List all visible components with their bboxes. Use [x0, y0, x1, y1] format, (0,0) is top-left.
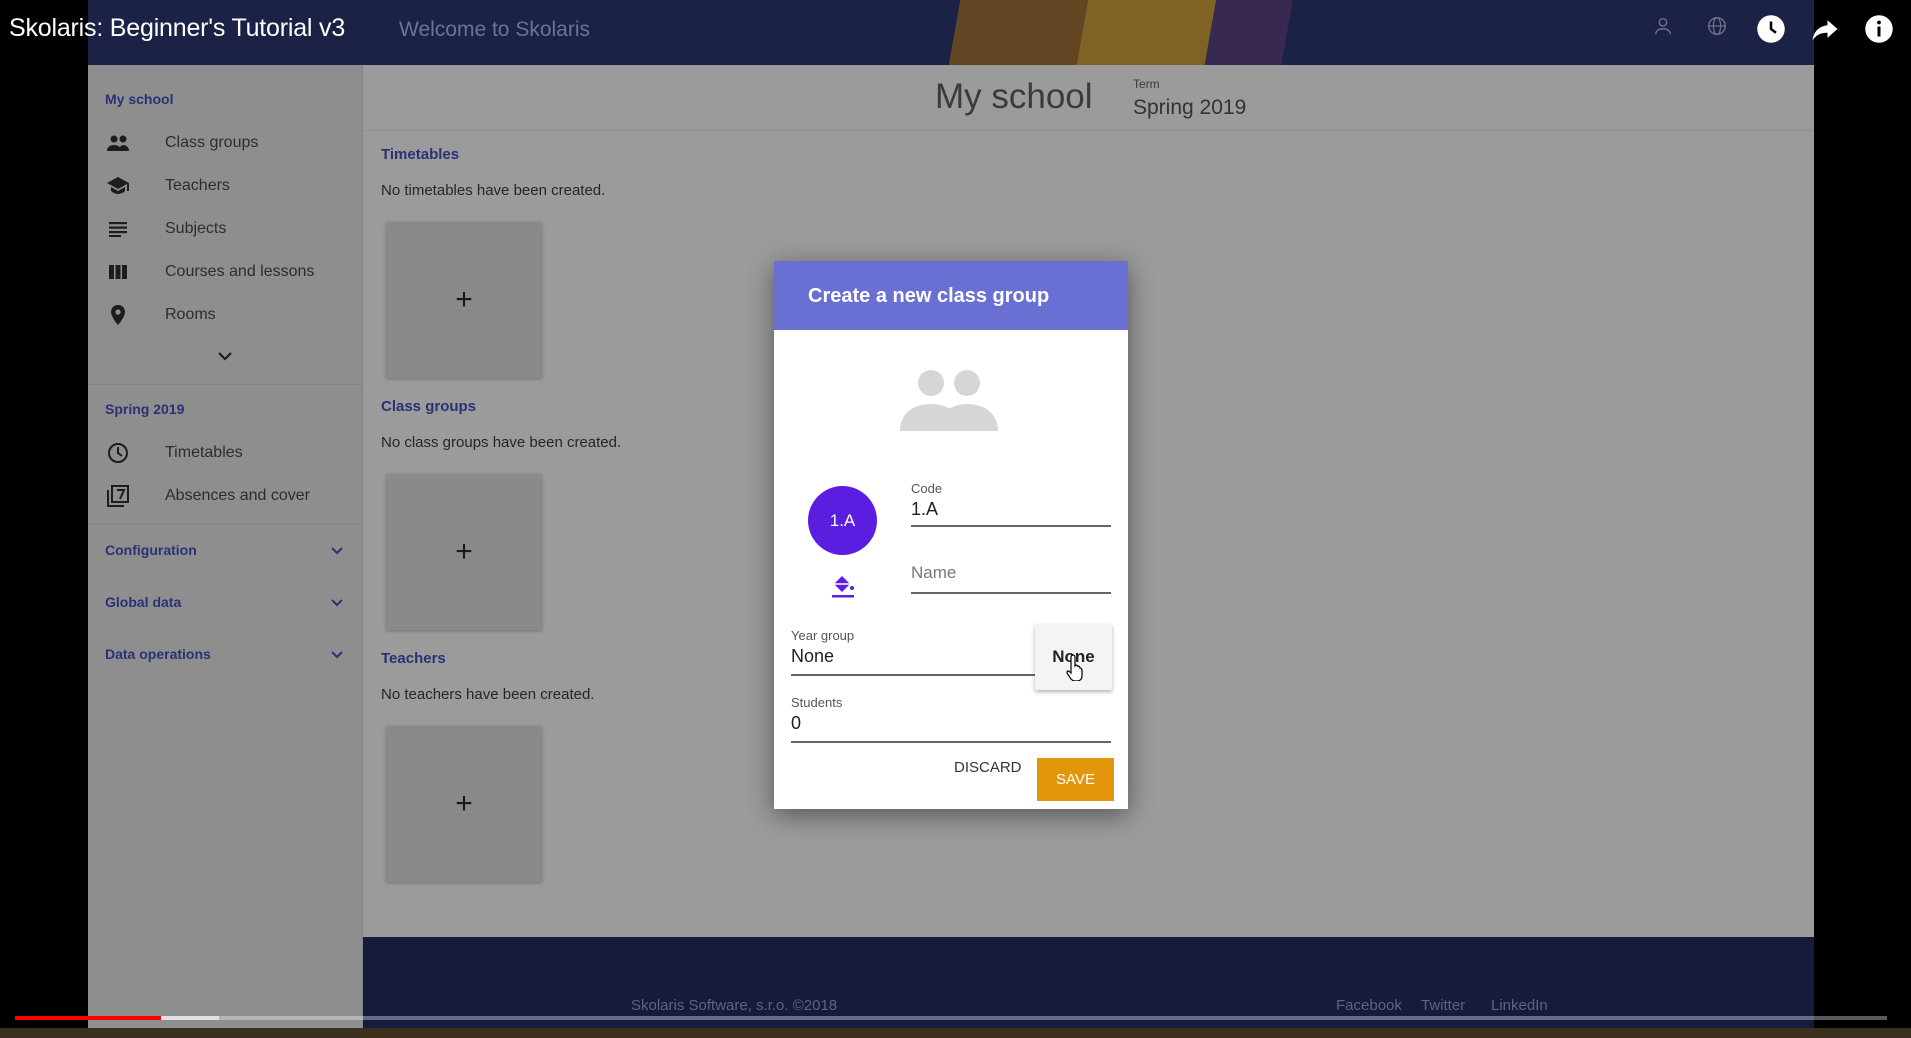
sidebar-global-data-label: Global data	[105, 594, 182, 610]
create-class-group-dialog: Create a new class group 1.A Code 1.A Na…	[774, 261, 1128, 809]
graduation-cap-icon	[105, 175, 131, 197]
chevron-down-icon	[330, 594, 344, 610]
video-progress-played[interactable]	[15, 1016, 161, 1020]
sidebar-expand[interactable]	[88, 336, 362, 378]
section-title-timetables: Timetables	[381, 146, 460, 163]
sidebar: My school Class groups Teachers Subjects…	[88, 65, 363, 1028]
term-select[interactable]: Spring 2019	[1133, 96, 1246, 120]
sidebar-configuration[interactable]: Configuration	[88, 524, 362, 576]
students-field[interactable]: Students 0	[791, 695, 1111, 743]
info-icon[interactable]	[1863, 14, 1895, 46]
sidebar-configuration-label: Configuration	[105, 542, 197, 558]
paint-bucket-icon[interactable]	[830, 572, 856, 598]
sidebar-item-label: Subjects	[165, 219, 227, 237]
sidebar-item-label: Absences and cover	[165, 486, 310, 504]
location-pin-icon	[105, 304, 131, 326]
add-teacher-button[interactable]: +	[386, 726, 542, 882]
section-title-class-groups: Class groups	[381, 398, 477, 415]
name-field[interactable]: Name	[911, 548, 1111, 594]
people-icon	[105, 132, 131, 154]
footer: Skolaris Software, s.r.o. ©2018 Facebook…	[363, 937, 1814, 1028]
sidebar-item-courses-and-lessons[interactable]: Courses and lessons	[88, 250, 362, 293]
sidebar-data-operations[interactable]: Data operations	[88, 628, 362, 680]
sidebar-item-absences-and-cover[interactable]: Absences and cover	[88, 474, 362, 517]
clock-icon	[105, 442, 131, 464]
sidebar-item-label: Rooms	[165, 305, 216, 323]
sidebar-item-subjects[interactable]: Subjects	[88, 207, 362, 250]
account-icon[interactable]	[1647, 14, 1679, 46]
footer-link-linkedin[interactable]: LinkedIn	[1491, 997, 1548, 1014]
sidebar-item-teachers[interactable]: Teachers	[88, 164, 362, 207]
class-group-avatar: 1.A	[808, 486, 877, 555]
group-placeholder-icon	[900, 370, 998, 431]
chevron-down-icon	[330, 542, 344, 558]
footer-link-facebook[interactable]: Facebook	[1336, 997, 1402, 1014]
year-group-label: Year group	[791, 628, 855, 643]
main-header: My school Term Spring 2019	[363, 65, 1814, 131]
sidebar-item-label: Class groups	[165, 133, 259, 151]
page-title: My school	[935, 77, 1093, 116]
students-input[interactable]: 0	[791, 713, 1111, 734]
share-icon[interactable]	[1809, 14, 1841, 46]
section-empty-class-groups: No class groups have been created.	[381, 434, 622, 451]
add-class-group-button[interactable]: +	[386, 474, 542, 630]
sidebar-item-timetables[interactable]: Timetables	[88, 431, 362, 474]
sidebar-data-operations-label: Data operations	[105, 646, 211, 662]
section-empty-teachers: No teachers have been created.	[381, 686, 595, 703]
video-bottom-strip	[0, 1028, 1911, 1038]
sidebar-item-rooms[interactable]: Rooms	[88, 293, 362, 336]
dialog-title: Create a new class group	[774, 261, 1128, 330]
video-top-bar: Skolaris: Beginner's Tutorial v3	[0, 0, 1911, 64]
add-timetable-button[interactable]: +	[386, 222, 542, 378]
chevron-down-icon	[330, 646, 344, 662]
filter-7-icon	[105, 484, 131, 507]
year-group-field[interactable]: Year group None	[791, 628, 1037, 676]
code-label: Code	[911, 481, 943, 496]
year-group-select[interactable]: None	[791, 646, 1037, 667]
hand-cursor-icon	[1066, 654, 1083, 681]
save-button[interactable]: SAVE	[1037, 758, 1114, 801]
code-input[interactable]: 1.A	[911, 499, 1111, 520]
section-title-teachers: Teachers	[381, 650, 446, 667]
sidebar-item-label: Courses and lessons	[165, 262, 315, 280]
name-input[interactable]: Name	[911, 563, 1111, 583]
term-label: Term	[1133, 77, 1160, 91]
video-title[interactable]: Skolaris: Beginner's Tutorial v3	[9, 14, 345, 43]
sidebar-heading-my-school: My school	[105, 91, 174, 107]
lines-icon	[105, 218, 131, 240]
sidebar-heading-term: Spring 2019	[105, 401, 185, 417]
footer-copyright: Skolaris Software, s.r.o. ©2018	[631, 997, 838, 1014]
sidebar-item-label: Timetables	[165, 443, 243, 461]
video-progress-track[interactable]	[15, 1016, 1887, 1020]
sidebar-item-label: Teachers	[165, 176, 230, 194]
globe-icon[interactable]	[1701, 14, 1733, 46]
sidebar-item-class-groups[interactable]: Class groups	[88, 121, 362, 164]
columns-icon	[105, 261, 131, 283]
code-field[interactable]: Code 1.A	[911, 481, 1111, 527]
footer-link-twitter[interactable]: Twitter	[1421, 997, 1465, 1014]
video-icons	[1647, 14, 1895, 46]
sidebar-my-school: My school Class groups Teachers Subjects…	[88, 65, 362, 385]
watch-later-icon[interactable]	[1755, 14, 1787, 46]
chevron-down-icon	[217, 348, 233, 366]
students-label: Students	[791, 695, 843, 710]
section-empty-timetables: No timetables have been created.	[381, 182, 606, 199]
sidebar-term: Spring 2019 Timetables Absences and cove…	[88, 385, 362, 524]
discard-button[interactable]: DISCARD	[954, 759, 1022, 776]
sidebar-global-data[interactable]: Global data	[88, 576, 362, 628]
